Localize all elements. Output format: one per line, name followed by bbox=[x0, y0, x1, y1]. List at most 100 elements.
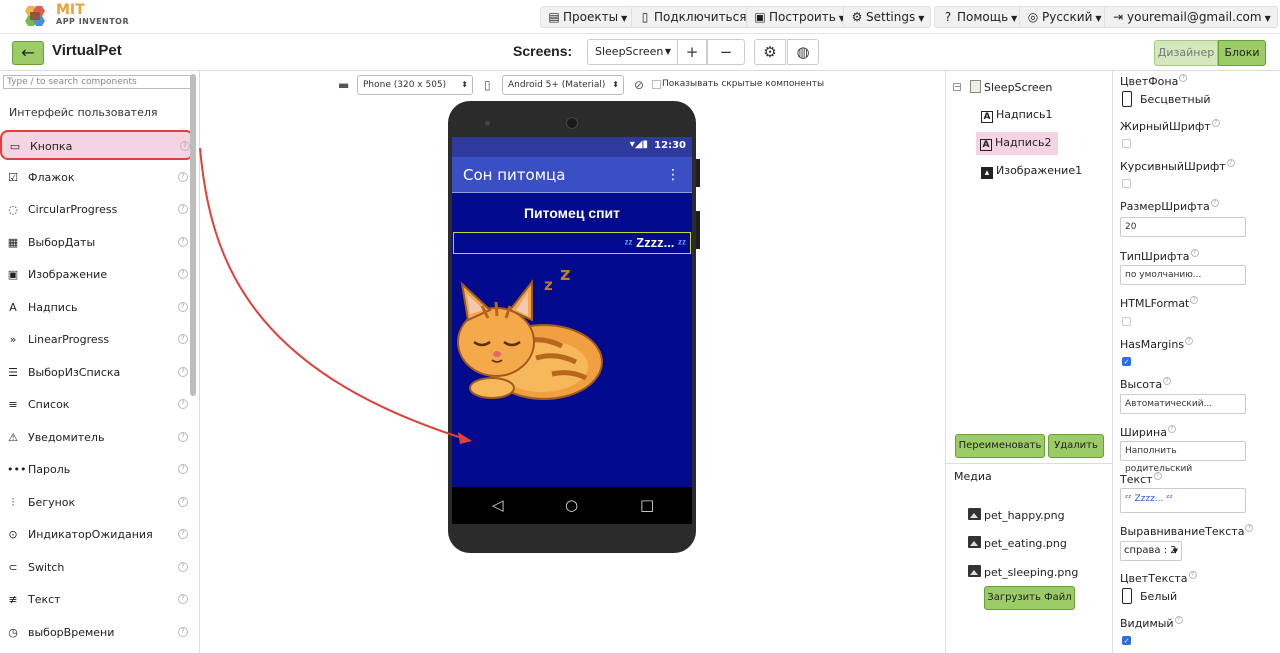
palette-item[interactable]: ⫶ Бегунок? bbox=[0, 488, 194, 518]
back-button[interactable]: ← bbox=[12, 41, 44, 65]
help-icon[interactable]: ? bbox=[178, 529, 188, 539]
fontsize-input[interactable]: 20 bbox=[1120, 217, 1246, 237]
palette-item[interactable]: ☰ ВыборИзСписка? bbox=[0, 358, 194, 388]
palette-category[interactable]: Интерфейс пользователя bbox=[9, 106, 158, 119]
help-icon[interactable]: ? bbox=[178, 301, 188, 312]
help-icon[interactable]: ? bbox=[178, 561, 188, 572]
upload-file-button[interactable]: Загрузить Файл bbox=[984, 586, 1075, 610]
tree-item-image1[interactable]: ▴ Изображение1 bbox=[981, 164, 1082, 179]
help-icon[interactable]: ? bbox=[1210, 199, 1219, 207]
connect-menu[interactable]: ▯Подключиться▼ bbox=[631, 6, 763, 28]
help-icon[interactable]: ? bbox=[1245, 524, 1254, 532]
app-inventor-logo[interactable]: MIT APP INVENTOR bbox=[20, 2, 130, 30]
add-screen-button[interactable]: + bbox=[677, 39, 707, 65]
palette-item[interactable]: ⊙ ИндикаторОжидания? bbox=[0, 520, 194, 550]
height-input[interactable]: Автоматический... bbox=[1120, 394, 1246, 414]
help-icon[interactable]: ? bbox=[1188, 571, 1197, 579]
hasmargins-checkbox[interactable]: ✓ bbox=[1122, 357, 1131, 366]
phone-screen[interactable]: ▾◢▮ 12:30 Сон питомца ⋮ Питомец спит ᶻᶻ … bbox=[452, 137, 692, 487]
help-icon[interactable]: ? bbox=[1185, 337, 1194, 345]
help-icon[interactable]: ? bbox=[1174, 616, 1183, 624]
help-icon[interactable]: ? bbox=[178, 464, 188, 474]
help-icon[interactable]: ? bbox=[1211, 119, 1220, 127]
help-icon[interactable]: ? bbox=[178, 399, 188, 409]
publish-button[interactable]: ◍ bbox=[787, 39, 819, 65]
prop-bgcolor-value[interactable]: Бесцветный bbox=[1140, 93, 1211, 106]
help-icon[interactable]: ? bbox=[1179, 74, 1188, 82]
tree-item-screen[interactable]: SleepScreen bbox=[970, 80, 1052, 94]
delete-button[interactable]: Удалить bbox=[1048, 434, 1104, 458]
palette-item[interactable]: ≡ Список? bbox=[0, 390, 194, 420]
label1-preview[interactable]: Питомец спит bbox=[452, 205, 692, 221]
settings-menu[interactable]: ⚙ Settings ▼ bbox=[843, 6, 932, 28]
help-icon[interactable]: ? bbox=[178, 594, 188, 604]
projects-menu[interactable]: ▤ Проекты ▼ bbox=[540, 6, 635, 28]
help-icon[interactable]: ? bbox=[178, 366, 188, 377]
help-icon[interactable]: ? bbox=[178, 626, 188, 637]
palette-item[interactable]: ⚠ Уведомитель? bbox=[0, 423, 194, 453]
help-icon[interactable]: ? bbox=[178, 431, 188, 442]
help-menu[interactable]: ? Помощь ▼ bbox=[934, 6, 1025, 28]
label2-preview[interactable]: ᶻᶻ Zzzz... ᶻᶻ bbox=[453, 232, 691, 254]
palette-item[interactable]: ☑ Флажок? bbox=[0, 163, 194, 193]
help-icon[interactable]: ? bbox=[1226, 159, 1235, 167]
help-icon[interactable]: ? bbox=[178, 334, 188, 344]
help-icon[interactable]: ? bbox=[1190, 249, 1199, 257]
build-menu[interactable]: ▣ Построить ▼ bbox=[746, 6, 852, 28]
visible-checkbox[interactable]: ✓ bbox=[1122, 636, 1131, 645]
tree-item-label2[interactable]: A Надпись2 bbox=[976, 132, 1058, 155]
palette-item[interactable]: ◷ выборВремени? bbox=[0, 618, 194, 648]
media-file[interactable]: pet_sleeping.png bbox=[968, 565, 1078, 579]
language-menu[interactable]: ◎ Русский ▼ bbox=[1019, 6, 1109, 28]
palette-item[interactable]: ▦ ВыборДаты? bbox=[0, 228, 194, 258]
help-icon[interactable]: ? bbox=[1163, 377, 1172, 385]
show-hidden-checkbox[interactable] bbox=[652, 80, 661, 89]
palette-item[interactable]: ▣ Изображение? bbox=[0, 260, 194, 290]
bgcolor-swatch[interactable] bbox=[1122, 91, 1132, 107]
tree-item-label1[interactable]: A Надпись1 bbox=[981, 108, 1053, 123]
prop-italic-label: КурсивныйШрифт? bbox=[1120, 159, 1235, 173]
remove-screen-button[interactable]: − bbox=[707, 39, 745, 65]
italic-checkbox[interactable] bbox=[1122, 179, 1131, 188]
palette-item[interactable]: ◌ CircularProgress? bbox=[0, 195, 194, 225]
designer-button[interactable]: Дизайнер bbox=[1154, 40, 1218, 66]
bold-checkbox[interactable] bbox=[1122, 139, 1131, 148]
palette-scrollbar[interactable] bbox=[190, 74, 196, 396]
sleeping-cat-image[interactable]: z z bbox=[452, 262, 612, 412]
theme-select[interactable]: Android 5+ (Material) ⬍ bbox=[502, 75, 624, 95]
blocks-button[interactable]: Блоки bbox=[1218, 40, 1266, 66]
palette-item[interactable]: » LinearProgress? bbox=[0, 325, 194, 355]
component-search-input[interactable]: Type / to search components bbox=[3, 75, 194, 89]
help-icon[interactable]: ? bbox=[178, 204, 188, 214]
palette-item[interactable]: A Надпись? bbox=[0, 293, 194, 323]
help-icon[interactable]: ? bbox=[180, 141, 190, 151]
help-icon[interactable]: ? bbox=[178, 269, 188, 279]
palette-item[interactable]: ••• Пароль? bbox=[0, 455, 194, 485]
rename-button[interactable]: Переименовать bbox=[955, 434, 1045, 458]
textcolor-swatch[interactable] bbox=[1122, 588, 1132, 604]
account-menu[interactable]: ⇥ youremail@gmail.com ▼ bbox=[1104, 6, 1278, 28]
text-align-value: справа : 2 bbox=[1124, 545, 1177, 556]
palette-item[interactable]: ▭ Кнопка? bbox=[0, 130, 194, 160]
collapse-icon[interactable]: − bbox=[953, 83, 961, 91]
width-input[interactable]: Наполнить родительский bbox=[1120, 441, 1246, 474]
media-file[interactable]: pet_eating.png bbox=[968, 536, 1067, 550]
htmlformat-checkbox[interactable] bbox=[1122, 317, 1131, 326]
help-icon[interactable]: ? bbox=[1167, 425, 1176, 433]
help-icon[interactable]: ? bbox=[178, 171, 188, 182]
project-properties-button[interactable]: ⚙ bbox=[754, 39, 786, 65]
palette-item[interactable]: ⊂ Switch? bbox=[0, 553, 194, 583]
text-input[interactable]: ᶻᶻ Zzzz... ᶻᶻ bbox=[1120, 488, 1246, 513]
media-file[interactable]: pet_happy.png bbox=[968, 508, 1065, 522]
help-icon[interactable]: ? bbox=[1153, 472, 1162, 480]
screen-select[interactable]: SleepScreen ▼ bbox=[587, 39, 677, 65]
palette-item[interactable]: ≢ Текст? bbox=[0, 585, 194, 615]
help-icon[interactable]: ? bbox=[178, 496, 188, 507]
help-icon[interactable]: ? bbox=[178, 236, 188, 247]
help-icon[interactable]: ? bbox=[1190, 296, 1199, 304]
device-size-select[interactable]: Phone (320 x 505) ⬍ bbox=[357, 75, 473, 95]
prop-textcolor-value[interactable]: Белый bbox=[1140, 590, 1177, 603]
palette-item-label: LinearProgress bbox=[28, 333, 110, 346]
text-align-select[interactable]: справа : 2 ▼ bbox=[1120, 541, 1182, 561]
typeface-input[interactable]: по умолчанию... bbox=[1120, 265, 1246, 285]
